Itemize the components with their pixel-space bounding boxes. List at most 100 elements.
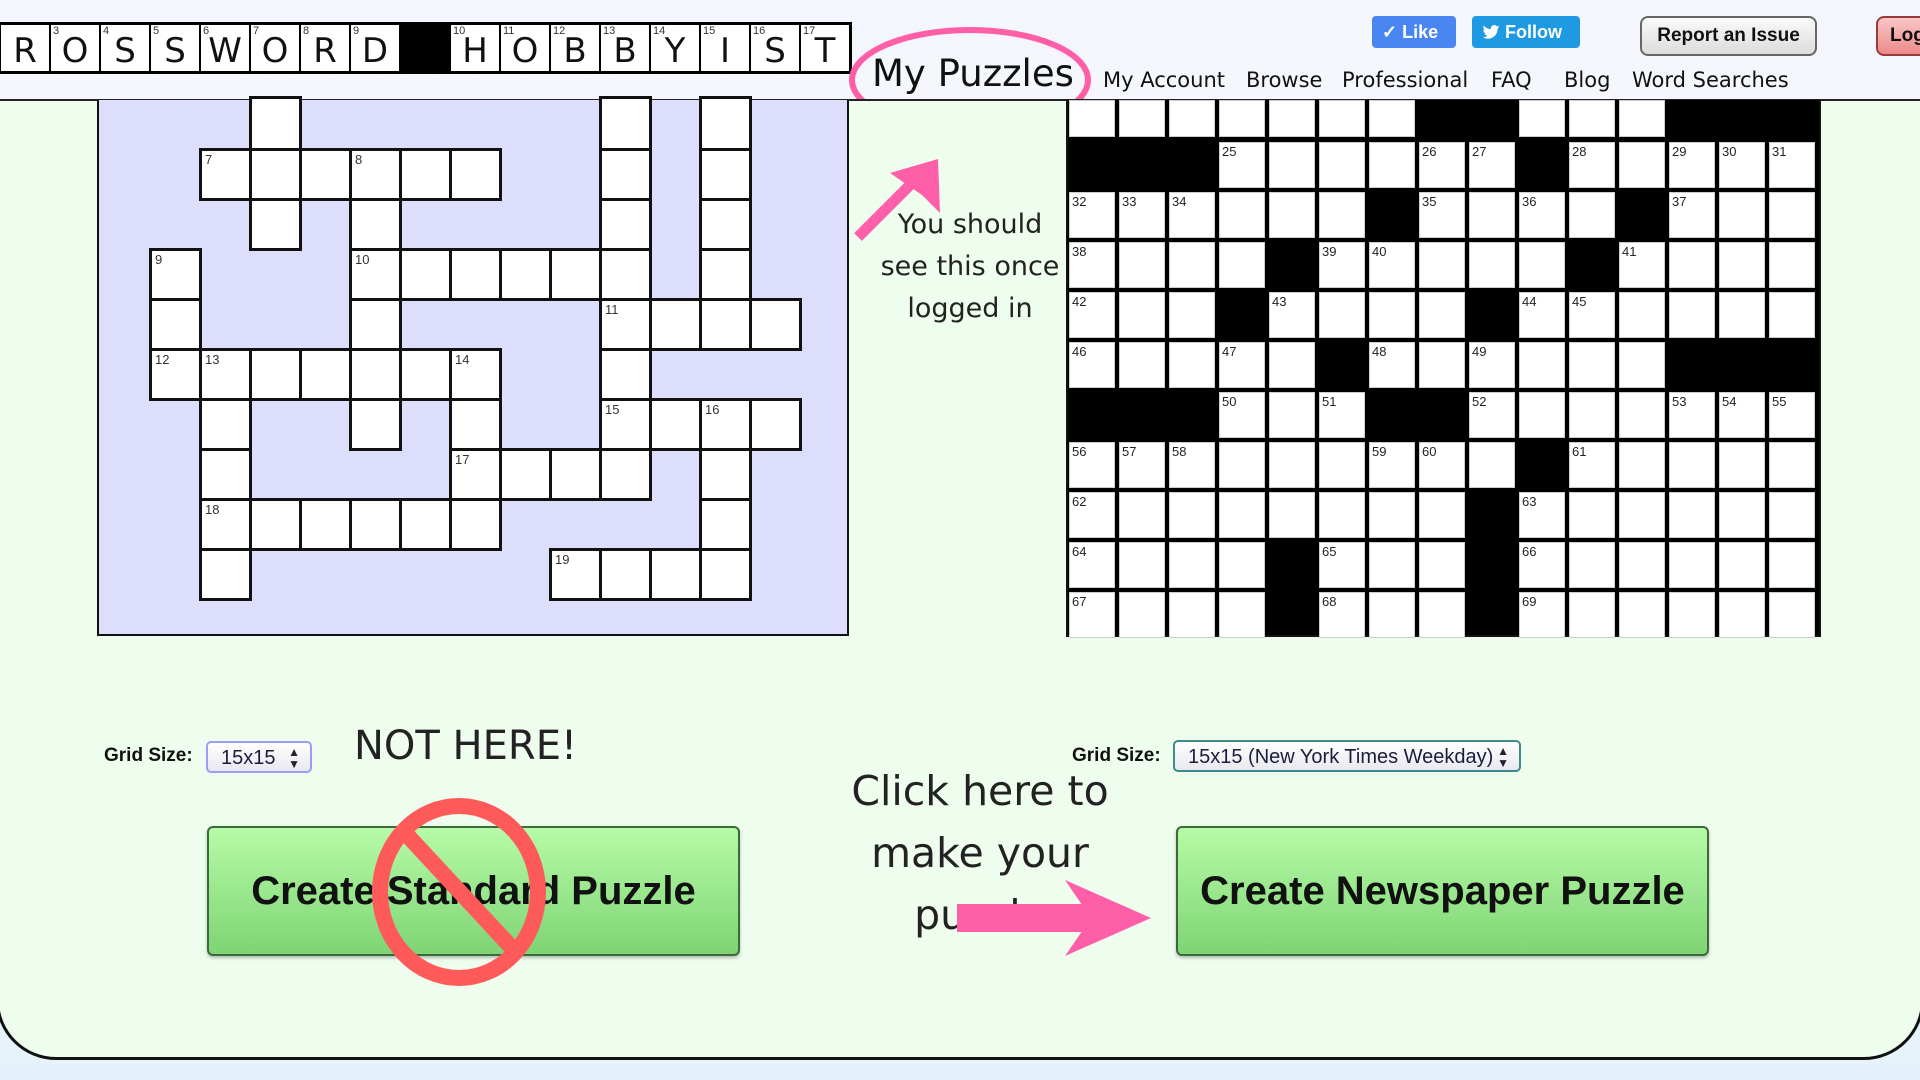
clue-number: 38 — [1072, 244, 1087, 259]
puzzle-cell — [249, 198, 302, 251]
nav-my-account[interactable]: My Account — [1103, 68, 1225, 92]
puzzle-cell — [1419, 542, 1465, 588]
standard-grid-size-label: Grid Size: — [104, 745, 193, 766]
puzzle-cell: 14 — [449, 348, 502, 401]
puzzle-cell — [1269, 100, 1315, 137]
puzzle-cell — [349, 398, 402, 451]
puzzle-cell — [199, 448, 252, 501]
puzzle-cell: 66 — [1519, 542, 1565, 588]
pink-arrow-right-icon — [957, 880, 1151, 956]
clue-number: 17 — [455, 452, 470, 467]
login-button[interactable]: Log — [1876, 16, 1920, 56]
twitter-follow-button[interactable]: Follow — [1472, 16, 1580, 48]
puzzle-cell — [1669, 292, 1715, 338]
puzzle-cell — [1569, 342, 1615, 388]
puzzle-cell — [249, 348, 302, 401]
note-line: You should — [897, 209, 1043, 240]
puzzle-cell: 54 — [1719, 392, 1765, 438]
puzzle-cell — [499, 248, 552, 301]
puzzle-cell — [399, 148, 452, 201]
newspaper-grid-size-value: 15x15 (New York Times Weekday) — [1188, 746, 1494, 768]
puzzle-cell: 68 — [1319, 592, 1365, 638]
facebook-like-button[interactable]: ✓ Like — [1372, 16, 1456, 48]
report-issue-button[interactable]: Report an Issue — [1640, 16, 1817, 56]
puzzle-cell — [1369, 492, 1415, 538]
clue-number: 44 — [1522, 294, 1537, 309]
puzzle-cell: 59 — [1369, 442, 1415, 488]
standard-grid-size-select[interactable]: 15x15 ▲ ▼ — [206, 741, 312, 773]
tile-letter: R — [313, 31, 337, 71]
nav-faq[interactable]: FAQ — [1491, 68, 1532, 92]
puzzle-cell — [1519, 100, 1565, 137]
puzzle-cell — [1569, 392, 1615, 438]
puzzle-cell — [1669, 442, 1715, 488]
clue-number: 65 — [1322, 544, 1337, 559]
clue-number: 32 — [1072, 194, 1087, 209]
puzzle-cell: 26 — [1419, 142, 1465, 188]
logo-tile: 6W — [201, 25, 249, 71]
puzzle-cell: 8 — [349, 148, 402, 201]
puzzle-cell — [749, 398, 802, 451]
puzzle-cell: 37 — [1669, 192, 1715, 238]
logged-in-note: You should see this once logged in — [880, 204, 1060, 330]
clue-number: 43 — [1272, 294, 1287, 309]
puzzle-cell: 58 — [1169, 442, 1215, 488]
puzzle-cell — [1269, 492, 1315, 538]
clue-number: 36 — [1522, 194, 1537, 209]
tile-letter: R — [13, 31, 37, 71]
logo-tile: 4S — [101, 25, 149, 71]
puzzle-cell — [1519, 392, 1565, 438]
create-newspaper-puzzle-button[interactable]: Create Newspaper Puzzle — [1176, 826, 1709, 956]
clue-number: 67 — [1072, 594, 1087, 609]
note-line: Click here to — [851, 767, 1109, 815]
newspaper-grid-size-select[interactable]: 15x15 (New York Times Weekday) ▲ ▼ — [1173, 740, 1521, 772]
logo-tile: 9D — [351, 25, 399, 71]
puzzle-cell — [399, 348, 452, 401]
puzzle-cell — [1669, 242, 1715, 288]
puzzle-cell: 18 — [199, 498, 252, 551]
puzzle-cell — [449, 148, 502, 201]
puzzle-cell: 15 — [599, 398, 652, 451]
clue-number: 59 — [1372, 444, 1387, 459]
puzzle-cell — [649, 398, 702, 451]
puzzle-cell — [1369, 142, 1415, 188]
clue-number: 27 — [1472, 144, 1487, 159]
puzzle-cell — [1119, 100, 1165, 137]
clue-number: 46 — [1072, 344, 1087, 359]
puzzle-cell — [1619, 592, 1665, 638]
nav-browse[interactable]: Browse — [1246, 68, 1322, 92]
select-arrows-icon: ▲ ▼ — [1497, 744, 1509, 770]
puzzle-cell: 67 — [1069, 592, 1115, 638]
nav-my-puzzles[interactable]: My Puzzles — [872, 52, 1074, 95]
puzzle-cell: 38 — [1069, 242, 1115, 288]
clue-number: 54 — [1722, 394, 1737, 409]
puzzle-cell: 30 — [1719, 142, 1765, 188]
nav-word-searches[interactable]: Word Searches — [1632, 68, 1789, 92]
tile-letter: W — [208, 31, 242, 71]
puzzle-cell — [599, 348, 652, 401]
puzzle-cell: 63 — [1519, 492, 1565, 538]
puzzle-cell — [249, 148, 302, 201]
clue-number: 41 — [1622, 244, 1637, 259]
clue-number: 10 — [355, 252, 370, 267]
puzzle-cell: 49 — [1469, 342, 1515, 388]
note-line: see this once — [880, 251, 1060, 282]
puzzle-cell — [1569, 100, 1615, 137]
puzzle-cell — [599, 448, 652, 501]
nav-professional[interactable]: Professional — [1342, 68, 1468, 92]
puzzle-cell — [1369, 292, 1415, 338]
puzzle-cell: 19 — [549, 548, 602, 601]
clue-number: 35 — [1422, 194, 1437, 209]
puzzle-cell — [499, 448, 552, 501]
puzzle-cell — [1069, 100, 1115, 137]
puzzle-cell — [1719, 192, 1765, 238]
clue-number: 29 — [1672, 144, 1687, 159]
nav-blog[interactable]: Blog — [1564, 68, 1610, 92]
puzzle-cell: 48 — [1369, 342, 1415, 388]
puzzle-cell — [349, 348, 402, 401]
puzzle-cell: 65 — [1319, 542, 1365, 588]
puzzle-cell — [1369, 100, 1415, 137]
puzzle-cell — [199, 548, 252, 601]
site-logo[interactable]: R 3 O 4 S 5 S 6 W 7 O 8 R 9 D 10 H 11 O 12 B 13 B 14 Y 15 I 16 S 17 T — [0, 22, 852, 74]
puzzle-cell — [1669, 492, 1715, 538]
